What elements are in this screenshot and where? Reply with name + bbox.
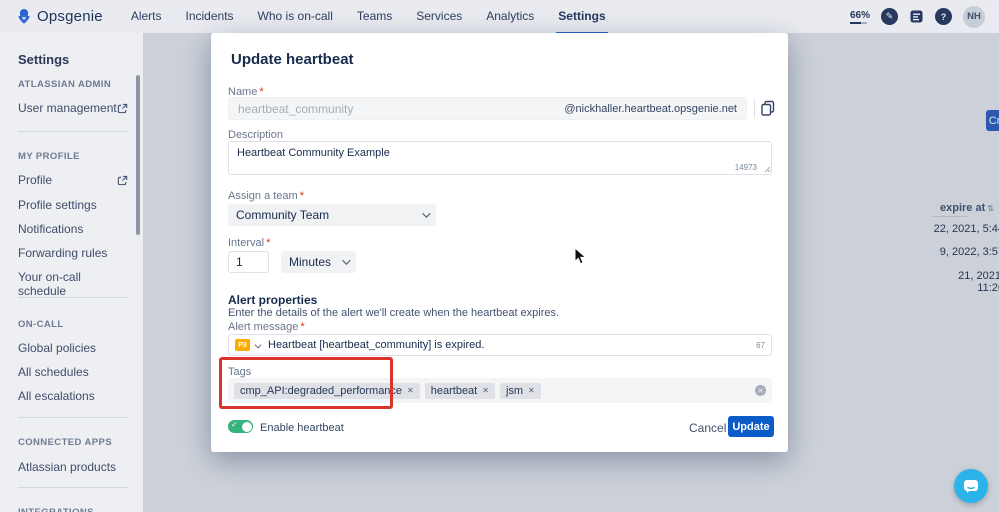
name-value: heartbeat_community — [238, 101, 354, 116]
section-connected-apps: CONNECTED APPS — [18, 437, 112, 448]
section-my-profile: MY PROFILE — [18, 151, 80, 162]
section-integrations-cutoff: INTEGRATIONS — [18, 507, 94, 512]
section-atlassian-admin: ATLASSIAN ADMIN — [18, 79, 112, 90]
nav-menu: Alerts Incidents Who is on-call Teams Se… — [119, 0, 618, 34]
column-header-expire-at[interactable]: expire at ⇅ — [940, 202, 994, 214]
toggle-check-icon: ✓ — [231, 420, 238, 429]
chevron-down-icon[interactable] — [254, 341, 262, 349]
avatar[interactable]: NH — [963, 5, 985, 28]
sidebar-item-profile[interactable]: Profile — [18, 173, 128, 187]
nav-item-alerts[interactable]: Alerts — [119, 0, 174, 33]
required-asterisk: * — [266, 237, 271, 249]
clear-tags-icon[interactable]: ✕ — [755, 385, 766, 396]
table-row-expire-at: 9, 2022, 3:57 — [939, 246, 999, 258]
sidebar-item-atlassian-products[interactable]: Atlassian products — [18, 460, 128, 474]
description-textarea[interactable]: Heartbeat Community Example — [228, 141, 772, 175]
update-button[interactable]: Update — [728, 416, 774, 437]
interval-value-input[interactable]: 1 — [228, 251, 269, 273]
nav-item-who-is-on-call[interactable]: Who is on-call — [246, 0, 345, 33]
top-nav: Opsgenie Alerts Incidents Who is on-call… — [0, 0, 999, 34]
table-header-divider — [932, 216, 967, 217]
alert-message-value: Heartbeat [heartbeat_community] is expir… — [268, 339, 485, 351]
external-link-icon — [117, 103, 128, 113]
chat-widget-button[interactable] — [954, 469, 988, 503]
create-heartbeat-button[interactable]: Create heartbeat — [986, 110, 999, 131]
nav-item-services[interactable]: Services — [404, 0, 474, 33]
sidebar-item-all-escalations[interactable]: All escalations — [18, 389, 128, 403]
sidebar-title: Settings — [18, 52, 70, 67]
alert-message-char-counter: 67 — [756, 340, 765, 350]
interval-unit-select[interactable]: Minutes — [281, 251, 356, 273]
update-heartbeat-modal: Update heartbeat Name * heartbeat_communi… — [211, 33, 788, 452]
team-select[interactable]: Community Team — [228, 204, 436, 226]
chevron-down-icon — [342, 256, 351, 265]
nav-item-analytics[interactable]: Analytics — [474, 0, 546, 33]
name-input: heartbeat_community @nickhaller.heartbea… — [228, 97, 747, 120]
table-row-expire-at: 21, 2021, 11:26 — [958, 270, 999, 294]
table-row-expire-at: 22, 2021, 5:44 — [933, 223, 999, 235]
sidebar-item-all-schedules[interactable]: All schedules — [18, 365, 128, 379]
sidebar-item-notifications[interactable]: Notifications — [18, 222, 128, 236]
sidebar-item-on-call-schedule[interactable]: Your on-call schedule — [18, 270, 128, 298]
opsgenie-logo-icon — [18, 9, 30, 24]
nav-item-incidents[interactable]: Incidents — [174, 0, 246, 33]
usage-progress-bar — [849, 21, 867, 24]
description-label: Description — [228, 129, 284, 141]
sidebar-divider — [18, 487, 129, 488]
sort-icon: ⇅ — [987, 204, 994, 213]
resize-handle[interactable] — [764, 166, 771, 173]
chat-icon — [964, 479, 978, 493]
external-link-icon — [117, 175, 128, 185]
chevron-down-icon — [422, 209, 431, 218]
interval-label: Interval * — [228, 237, 271, 249]
edit-icon[interactable]: ✎ — [881, 8, 898, 25]
help-icon[interactable]: ? — [935, 8, 952, 25]
tag-pill: cmp_API:degraded_performance ✕ — [234, 382, 420, 399]
section-on-call: ON-CALL — [18, 319, 64, 330]
copy-icon[interactable] — [760, 100, 776, 116]
required-asterisk: * — [300, 321, 305, 333]
sidebar-item-profile-settings[interactable]: Profile settings — [18, 198, 128, 212]
team-label: Assign a team * — [228, 190, 304, 202]
modal-title: Update heartbeat — [231, 51, 354, 68]
priority-badge[interactable]: P3 — [235, 339, 250, 351]
sidebar-item-forwarding-rules[interactable]: Forwarding rules — [18, 246, 128, 260]
brand-name: Opsgenie — [37, 8, 103, 25]
billing-icon[interactable] — [909, 9, 924, 24]
enable-heartbeat-toggle[interactable]: ✓ — [228, 420, 253, 433]
alert-message-label: Alert message * — [228, 321, 305, 333]
alert-properties-subtext: Enter the details of the alert we'll cre… — [228, 307, 560, 319]
nav-item-teams[interactable]: Teams — [345, 0, 404, 33]
remove-tag-icon[interactable]: ✕ — [407, 386, 414, 395]
sidebar-divider — [18, 297, 129, 298]
remove-tag-icon[interactable]: ✕ — [528, 386, 535, 395]
tags-label: Tags — [228, 366, 252, 378]
sidebar-divider — [18, 131, 129, 132]
nav-right-cluster: 66% ✎ ? NH — [849, 5, 985, 28]
opsgenie-logo[interactable]: Opsgenie — [17, 8, 103, 25]
sidebar-scrollbar[interactable] — [136, 75, 140, 235]
usage-percent: 66% — [849, 9, 870, 21]
alert-properties-heading: Alert properties — [228, 293, 318, 307]
required-asterisk: * — [299, 190, 304, 202]
settings-sidebar: Settings ATLASSIAN ADMIN User management… — [0, 33, 143, 512]
sidebar-item-user-management[interactable]: User management — [18, 101, 128, 115]
alert-message-input[interactable]: P3 Heartbeat [heartbeat_community] is ex… — [228, 334, 772, 356]
enable-heartbeat-label: Enable heartbeat — [260, 422, 344, 434]
tag-pill: heartbeat ✕ — [424, 382, 495, 399]
toggle-knob — [241, 421, 252, 432]
description-char-counter: 14973 — [734, 163, 757, 172]
cancel-button[interactable]: Cancel — [689, 421, 726, 435]
heartbeat-url: @nickhaller.heartbeat.opsgenie.net — [564, 102, 737, 115]
tag-pill: jsm ✕ — [499, 382, 541, 399]
remove-tag-icon[interactable]: ✕ — [482, 386, 489, 395]
tags-input[interactable]: cmp_API:degraded_performance ✕ heartbeat… — [228, 378, 772, 403]
sidebar-divider — [18, 417, 129, 418]
divider — [754, 99, 755, 118]
usage-indicator[interactable]: 66% — [849, 9, 870, 24]
sidebar-item-global-policies[interactable]: Global policies — [18, 341, 128, 355]
nav-item-settings[interactable]: Settings — [546, 0, 617, 34]
